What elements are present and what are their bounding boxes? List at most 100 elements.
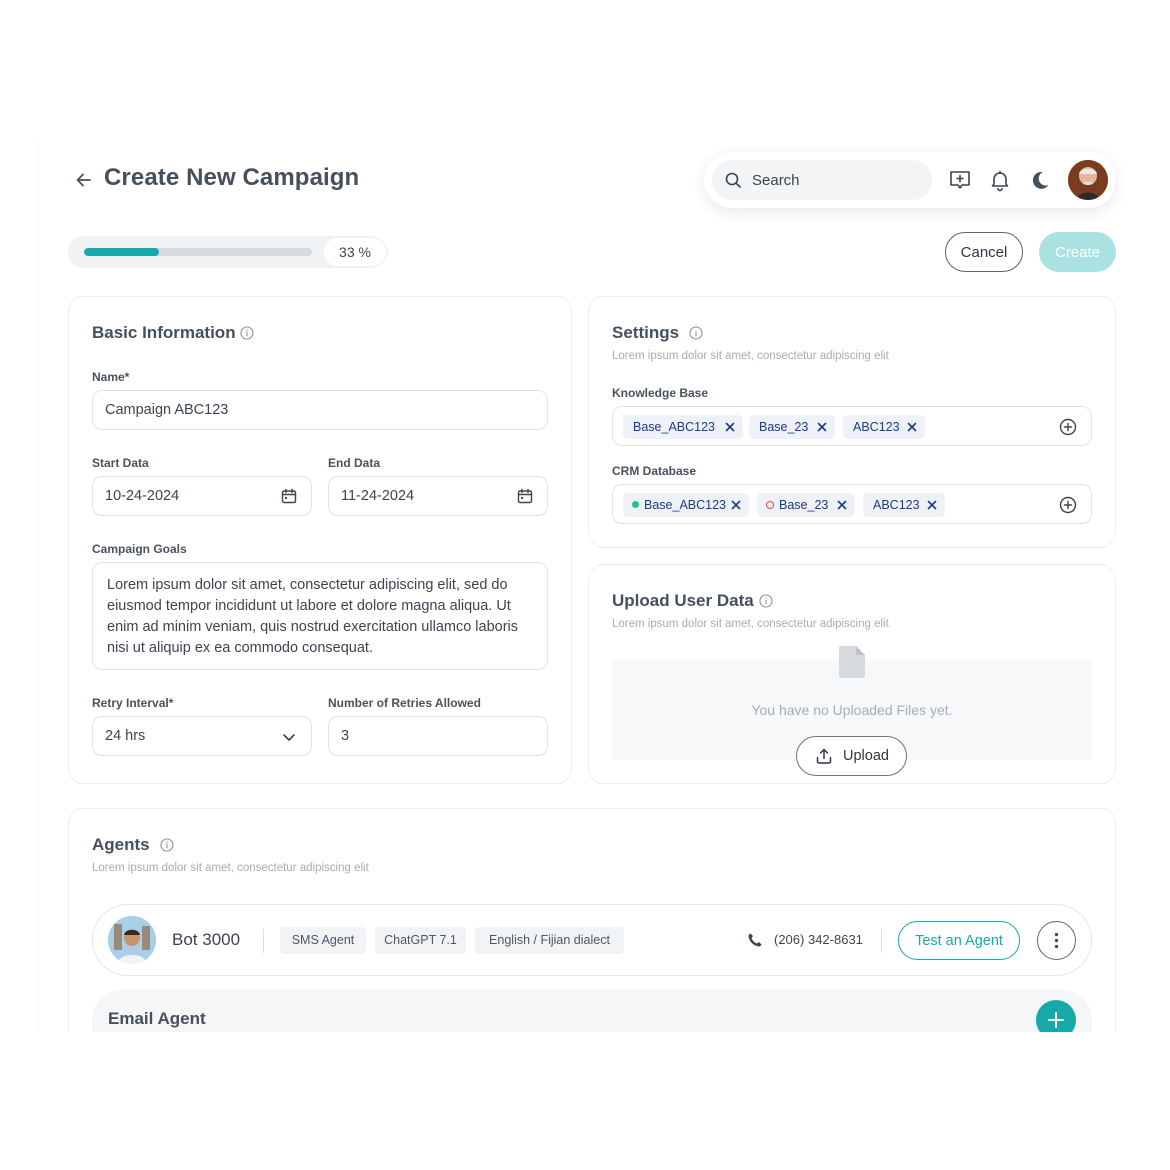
card-title: Basic Information: [92, 323, 236, 342]
info-icon[interactable]: [160, 838, 174, 852]
arrow-left-icon[interactable]: [74, 170, 94, 190]
cancel-button[interactable]: Cancel: [945, 232, 1023, 272]
page-title: Create New Campaign: [104, 164, 360, 191]
file-icon: [839, 646, 865, 678]
tag-label: Base_23: [779, 498, 829, 512]
tag-label: Base_ABC123: [633, 420, 716, 434]
tag: Base_23: [749, 415, 835, 439]
end-date-value: 11-24-2024: [341, 488, 415, 504]
start-date-value: 10-24-2024: [105, 488, 180, 504]
name-value: Campaign ABC123: [105, 402, 229, 418]
more-options-button[interactable]: [1037, 921, 1076, 960]
knowledge-base-label: Knowledge Base: [612, 386, 709, 400]
agent-model-chip: ChatGPT 7.1: [375, 927, 466, 954]
campaign-goals-label: Campaign Goals: [92, 542, 187, 556]
tag: ABC123: [863, 493, 945, 517]
agent-type-chip: SMS Agent: [280, 927, 366, 954]
close-icon[interactable]: [725, 422, 735, 432]
card-title: Agents: [92, 835, 150, 854]
app-frame: Create New Campaign 33 % Cancel Create B…: [40, 140, 1140, 1032]
calendar-icon[interactable]: [281, 488, 297, 504]
close-icon[interactable]: [731, 500, 741, 510]
plus-icon: [1048, 1012, 1064, 1028]
close-icon[interactable]: [817, 422, 827, 432]
upload-label: Upload: [843, 748, 889, 764]
search-input[interactable]: [752, 160, 922, 200]
start-date-field[interactable]: 10-24-2024: [92, 476, 312, 516]
basic-information-card: Basic Information Name* Campaign ABC123 …: [68, 296, 572, 784]
retries-allowed-label: Number of Retries Allowed: [328, 696, 481, 710]
calendar-icon[interactable]: [517, 488, 533, 504]
bell-icon[interactable]: [988, 168, 1012, 192]
progress-bar: 33 %: [68, 236, 388, 268]
agent-language-chip: English / Fijian dialect: [475, 927, 624, 954]
avatar[interactable]: [1068, 160, 1108, 200]
moon-icon[interactable]: [1028, 168, 1052, 192]
start-date-label: Start Data: [92, 456, 149, 470]
tag: Base_23: [757, 493, 855, 517]
status-dot-icon: [632, 501, 639, 508]
more-vertical-icon: [1054, 932, 1059, 949]
agent-avatar: [108, 916, 156, 964]
retry-interval-value: 24 hrs: [105, 728, 146, 744]
close-icon[interactable]: [907, 422, 917, 432]
retries-allowed-value: 3: [341, 728, 350, 744]
add-email-agent-button[interactable]: [1036, 1000, 1076, 1032]
email-agent-section: Email Agent: [92, 989, 1092, 1032]
tag-label: ABC123: [873, 498, 920, 512]
retry-interval-label: Retry Interval*: [92, 696, 174, 710]
search-box[interactable]: [712, 160, 932, 200]
card-subtitle: Lorem ipsum dolor sit amet, consectetur …: [92, 862, 369, 874]
upload-dropzone[interactable]: You have no Uploaded Files yet. Upload: [612, 646, 1092, 776]
tag: ABC123: [843, 415, 925, 439]
progress-track: [84, 248, 312, 256]
end-date-field[interactable]: 11-24-2024: [328, 476, 548, 516]
create-button[interactable]: Create: [1039, 232, 1116, 272]
plus-circle-icon[interactable]: [1059, 418, 1077, 436]
campaign-goals-textarea[interactable]: Lorem ipsum dolor sit amet, consectetur …: [92, 562, 548, 670]
crm-database-field[interactable]: Base_ABC123 Base_23 ABC123: [612, 484, 1092, 524]
phone-icon: [748, 933, 762, 947]
progress-label: 33 %: [324, 238, 386, 266]
divider: [881, 929, 882, 953]
settings-card: Settings Lorem ipsum dolor sit amet, con…: [588, 296, 1116, 548]
agents-card: Agents Lorem ipsum dolor sit amet, conse…: [68, 808, 1116, 1032]
tag-label: Base_23: [759, 420, 809, 434]
name-field[interactable]: Campaign ABC123: [92, 390, 548, 430]
tag-label: Base_ABC123: [644, 498, 727, 512]
info-icon[interactable]: [759, 594, 773, 608]
end-date-label: End Data: [328, 456, 381, 470]
upload-icon: [816, 748, 832, 764]
test-agent-button[interactable]: Test an Agent: [898, 921, 1020, 960]
name-label: Name*: [92, 370, 130, 384]
close-icon[interactable]: [837, 500, 847, 510]
upload-user-data-card: Upload User Data Lorem ipsum dolor sit a…: [588, 564, 1116, 784]
tag: Base_ABC123: [623, 415, 743, 439]
divider: [263, 929, 264, 953]
card-subtitle: Lorem ipsum dolor sit amet, consectetur …: [612, 350, 889, 362]
plus-circle-icon[interactable]: [1059, 496, 1077, 514]
close-icon[interactable]: [927, 500, 937, 510]
empty-state-text: You have no Uploaded Files yet.: [751, 702, 953, 718]
retry-interval-select[interactable]: 24 hrs: [92, 716, 312, 756]
info-icon[interactable]: [689, 326, 703, 340]
status-dot-icon: [766, 501, 774, 509]
progress-fill: [84, 248, 160, 256]
upload-button[interactable]: Upload: [796, 736, 907, 776]
search-icon: [725, 172, 741, 188]
card-title: Upload User Data: [612, 591, 754, 610]
topbar: [704, 152, 1116, 208]
info-icon[interactable]: [240, 326, 254, 340]
card-title: Settings: [612, 323, 680, 342]
retries-allowed-field[interactable]: 3: [328, 716, 548, 756]
knowledge-base-field[interactable]: Base_ABC123 Base_23 ABC123: [612, 406, 1092, 446]
card-subtitle: Lorem ipsum dolor sit amet, consectetur …: [612, 618, 889, 630]
tag-label: ABC123: [853, 420, 900, 434]
agent-name: Bot 3000: [172, 930, 241, 949]
message-plus-icon[interactable]: [948, 168, 972, 192]
tag: Base_ABC123: [623, 493, 749, 517]
email-agent-title: Email Agent: [108, 1009, 206, 1028]
chevron-down-icon: [283, 734, 295, 741]
agent-row[interactable]: Bot 3000 SMS Agent ChatGPT 7.1 English /…: [92, 904, 1092, 976]
crm-database-label: CRM Database: [612, 464, 697, 478]
